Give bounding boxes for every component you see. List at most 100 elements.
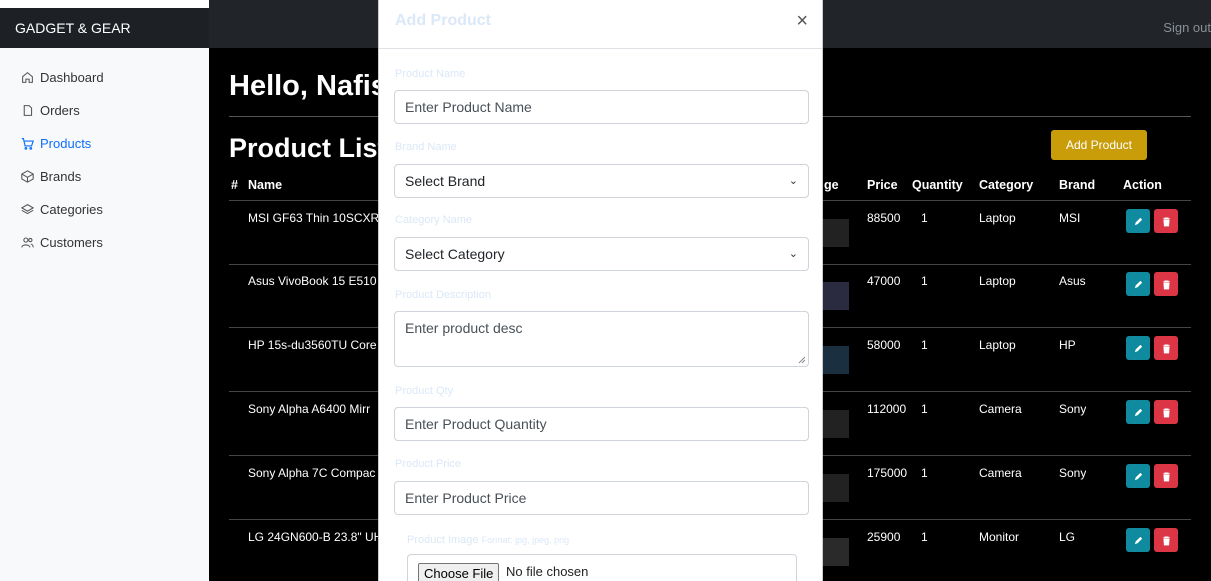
category-cell: Camera (979, 466, 1022, 480)
product-image-file-input[interactable]: Choose File No file chosen (407, 554, 797, 581)
price-cell: 47000 (867, 274, 901, 288)
category-cell: Laptop (979, 274, 1016, 288)
brand-select[interactable]: Select Brand ⌄ (394, 164, 809, 198)
sidebar-item-categories[interactable]: Categories (0, 193, 209, 226)
sidebar-item-label: Products (40, 136, 92, 151)
category-select-value: Select Category (405, 246, 505, 262)
sidebar-item-brands[interactable]: Brands (0, 160, 209, 193)
trash-icon (1162, 536, 1170, 545)
quantity-cell: 1 (921, 338, 928, 352)
edit-button[interactable] (1126, 336, 1150, 360)
price-cell: 58000 (867, 338, 901, 352)
greeting-heading: Hello, Nafis (229, 70, 387, 102)
trash-icon (1162, 280, 1170, 289)
product-price-label: Product Price (395, 458, 462, 470)
box-icon (20, 170, 34, 184)
product-image-label-text: Product Image (407, 534, 479, 546)
product-name-cell: Sony Alpha A6400 Mirr (248, 402, 371, 416)
sidebar-item-customers[interactable]: Customers (0, 226, 209, 259)
pencil-icon (1134, 536, 1142, 544)
price-cell: 25900 (867, 530, 901, 544)
product-qty-label: Product Qty (395, 385, 454, 397)
col-header-category: Category (979, 178, 1034, 192)
delete-button[interactable] (1154, 336, 1178, 360)
pencil-icon (1134, 408, 1142, 416)
product-name-cell: Asus VivoBook 15 E510 (248, 274, 377, 288)
resize-handle-icon[interactable] (798, 356, 806, 364)
product-quantity-input[interactable]: Enter Product Quantity (394, 407, 809, 441)
sidebar-item-label: Customers (40, 235, 103, 250)
col-header-brand: Brand (1059, 178, 1096, 192)
pencil-icon (1134, 280, 1142, 288)
edit-button[interactable] (1126, 272, 1150, 296)
sidebar-item-products[interactable]: Products (0, 127, 209, 160)
col-header-action: Action (1123, 178, 1162, 192)
modal-title: Add Product (395, 12, 491, 29)
product-thumbnail (821, 474, 849, 502)
col-header-quantity: Quantity (912, 178, 963, 192)
col-header-index: # (231, 178, 238, 192)
sign-out-link[interactable]: Sign out (1163, 8, 1211, 48)
product-name-cell: Sony Alpha 7C Compac (248, 466, 376, 480)
quantity-cell: 1 (921, 530, 928, 544)
edit-button[interactable] (1126, 400, 1150, 424)
add-product-button[interactable]: Add Product (1051, 130, 1147, 160)
brand-name-label: Brand Name (395, 141, 457, 153)
description-placeholder: Enter product desc (405, 320, 523, 336)
trash-icon (1162, 408, 1170, 417)
sidebar-item-dashboard[interactable]: Dashboard (0, 61, 209, 94)
brand-cell: Asus (1059, 274, 1086, 288)
pencil-icon (1134, 472, 1142, 480)
cart-icon (20, 137, 34, 151)
delete-button[interactable] (1154, 209, 1178, 233)
add-product-modal: Add Product × Product Name Enter Product… (378, 0, 823, 581)
product-description-label: Product Description (395, 289, 491, 301)
price-cell: 112000 (867, 402, 907, 416)
delete-button[interactable] (1154, 528, 1178, 552)
quantity-cell: 1 (921, 402, 928, 416)
price-cell: 175000 (867, 466, 908, 480)
product-name-input[interactable]: Enter Product Name (394, 90, 809, 124)
delete-button[interactable] (1154, 400, 1178, 424)
price-cell: 88500 (867, 211, 901, 225)
trash-icon (1162, 217, 1170, 226)
category-select[interactable]: Select Category ⌄ (394, 237, 809, 271)
file-icon (20, 104, 34, 118)
product-price-input[interactable]: Enter Product Price (394, 481, 809, 515)
product-thumbnail (821, 346, 849, 374)
pencil-icon (1134, 217, 1142, 225)
product-image-label: Product Image Format: jpg, jpeg, png (407, 534, 569, 546)
close-icon[interactable]: × (796, 10, 808, 33)
product-description-textarea[interactable]: Enter product desc (394, 311, 809, 367)
edit-button[interactable] (1126, 464, 1150, 488)
product-name-cell: MSI GF63 Thin 10SCXR (248, 211, 380, 225)
product-thumbnail (821, 282, 849, 310)
product-thumbnail (821, 538, 849, 566)
trash-icon (1162, 344, 1170, 353)
product-name-label: Product Name (395, 68, 466, 80)
pencil-icon (1134, 344, 1142, 352)
col-header-image: ge (824, 178, 839, 192)
sidebar-item-label: Categories (40, 202, 103, 217)
brand-cell: MSI (1059, 211, 1081, 225)
chevron-down-icon: ⌄ (788, 175, 798, 187)
category-cell: Monitor (979, 530, 1020, 544)
product-name-cell: LG 24GN600-B 23.8" UH (248, 530, 383, 544)
product-name-cell: HP 15s-du3560TU Core (248, 338, 377, 352)
sidebar-item-orders[interactable]: Orders (0, 94, 209, 127)
brand-cell: LG (1059, 530, 1076, 544)
quantity-cell: 1 (921, 211, 928, 225)
category-cell: Camera (979, 402, 1022, 416)
sidebar-item-label: Orders (40, 103, 80, 118)
delete-button[interactable] (1154, 272, 1178, 296)
edit-button[interactable] (1126, 528, 1150, 552)
users-icon (20, 236, 34, 250)
modal-header-divider (379, 48, 822, 49)
layers-icon (20, 203, 34, 217)
edit-button[interactable] (1126, 209, 1150, 233)
quantity-cell: 1 (921, 466, 928, 480)
delete-button[interactable] (1154, 464, 1178, 488)
choose-file-button[interactable]: Choose File (418, 563, 500, 581)
page-title: Product List (229, 133, 387, 163)
brand-logo[interactable]: GADGET & GEAR (0, 8, 209, 48)
